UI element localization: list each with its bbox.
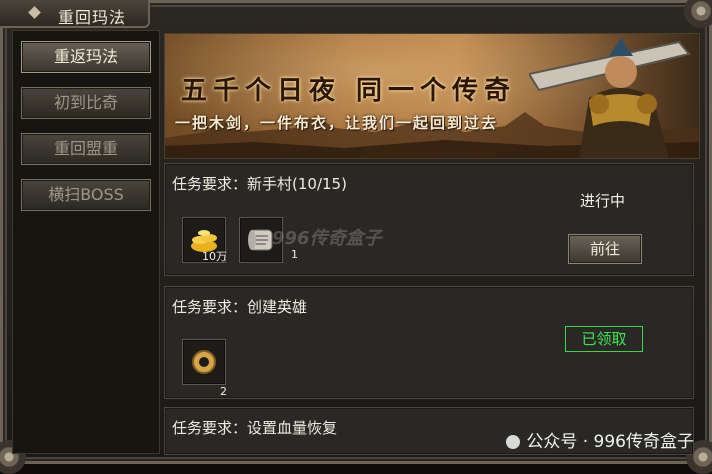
window-title: 重回玛法 (58, 8, 127, 27)
task-status-in-progress: 进行中 (580, 192, 626, 210)
reward-count: 10万 (202, 250, 227, 263)
sidebar-item-boss[interactable]: 横扫BOSS (21, 179, 151, 211)
credit-text: 公众号 · 996传奇盒子 (526, 432, 694, 452)
sidebar-item-biqi[interactable]: 初到比奇 (21, 87, 151, 119)
center-watermark: 996传奇盒子 (272, 228, 382, 249)
credit-overlay: 公众号 · 996传奇盒子 (506, 427, 694, 452)
task-requirement: 任务要求：创建英雄 (172, 298, 308, 316)
go-button[interactable]: 前往 (568, 234, 642, 264)
diamond-icon (28, 6, 41, 19)
sidebar-item-return-mafa[interactable]: 重返玛法 (21, 41, 151, 73)
task-card-1: 任务要求：新手村(10/15) 10万 1 996传奇盒子 进行中 前往 (164, 163, 694, 276)
claimed-badge: 已领取 (565, 326, 643, 352)
window-title-tab: 重回玛法 (0, 0, 150, 28)
warrior-hero-illustration (529, 38, 691, 158)
task-card-2: 任务要求：创建英雄 2 已领取 (164, 286, 694, 399)
task-requirement: 任务要求：设置血量恢复 (172, 419, 338, 437)
gold-ring-icon (192, 350, 216, 374)
corner-ornament-top-right (684, 0, 712, 28)
sidebar-item-mengzhong[interactable]: 重回盟重 (21, 133, 151, 165)
reward-count: 2 (220, 385, 227, 398)
reward-slot-gold[interactable]: 10万 (182, 217, 227, 263)
banner-subline: 一把木剑，一件布衣，让我们一起回到过去 (175, 114, 499, 132)
event-banner: 五千个日夜 同一个传奇 一把木剑，一件布衣，让我们一起回到过去 (164, 33, 700, 159)
sidebar: 重返玛法 初到比奇 重回盟重 横扫BOSS (12, 30, 160, 454)
task-requirement: 任务要求：新手村(10/15) (172, 175, 347, 193)
wechat-icon (506, 435, 521, 449)
reward-slot-ring[interactable]: 2 (182, 339, 227, 398)
banner-headline: 五千个日夜 同一个传奇 (181, 76, 517, 106)
